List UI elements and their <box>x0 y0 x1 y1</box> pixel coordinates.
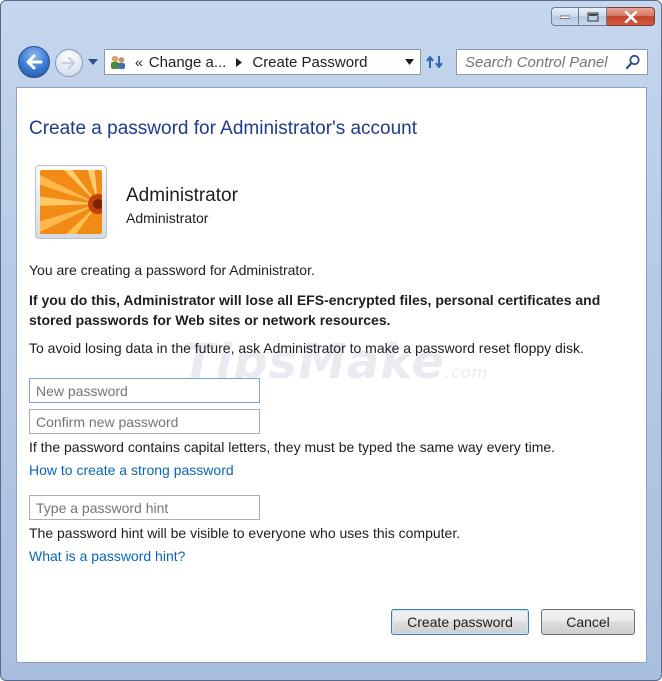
password-hint-input[interactable] <box>30 496 259 519</box>
case-sensitivity-note: If the password contains capital letters… <box>29 439 556 455</box>
maximize-button[interactable] <box>579 7 607 26</box>
intro-text: You are creating a password for Administ… <box>29 262 315 278</box>
efs-warning: If you do this, Administrator will lose … <box>29 292 601 328</box>
new-password-field[interactable] <box>29 378 260 403</box>
breadcrumb-create-password[interactable]: Create Password <box>252 54 367 71</box>
user-accounts-icon <box>111 55 125 69</box>
close-icon <box>624 10 637 23</box>
address-dropdown-icon[interactable] <box>405 59 414 65</box>
flower-image-icon <box>40 170 102 234</box>
caption-buttons <box>551 7 655 26</box>
content-pane: Create a password for Administrator's ac… <box>16 87 647 663</box>
minimize-button[interactable] <box>551 7 579 26</box>
user-avatar <box>35 165 107 239</box>
page-title: Create a password for Administrator's ac… <box>29 118 418 139</box>
maximize-icon <box>587 12 598 21</box>
forward-button[interactable] <box>55 49 83 77</box>
close-button[interactable] <box>607 7 655 26</box>
user-name: Administrator <box>126 185 238 206</box>
chevron-down-icon <box>88 59 98 65</box>
search-input[interactable] <box>463 52 627 72</box>
minimize-icon <box>560 15 570 19</box>
forward-arrow-icon <box>61 56 76 70</box>
search-icon[interactable] <box>625 54 641 70</box>
new-password-input[interactable] <box>30 379 259 402</box>
title-bar <box>1 1 661 37</box>
control-panel-window: « Change a... Create Password Create a p… <box>0 0 662 681</box>
user-account-type: Administrator <box>126 210 209 226</box>
search-box[interactable] <box>456 49 648 75</box>
cancel-button[interactable]: Cancel <box>541 609 635 635</box>
create-password-button[interactable]: Create password <box>391 609 529 635</box>
hint-visibility-note: The password hint will be visible to eve… <box>29 525 461 541</box>
recent-pages-button[interactable] <box>87 56 99 68</box>
refresh-button[interactable] <box>422 49 448 75</box>
breadcrumb-overflow[interactable]: « <box>135 54 143 70</box>
refresh-icon <box>426 56 443 68</box>
back-button[interactable] <box>18 46 50 78</box>
breadcrumb-arrow-icon[interactable] <box>236 57 243 67</box>
confirm-password-input[interactable] <box>30 410 259 433</box>
password-hint-field[interactable] <box>29 495 260 520</box>
password-hint-link[interactable]: What is a password hint? <box>29 548 185 564</box>
address-bar[interactable]: « Change a... Create Password <box>104 49 421 75</box>
navigation-bar: « Change a... Create Password <box>1 37 661 87</box>
watermark-suffix: .com <box>445 363 489 382</box>
strong-password-link[interactable]: How to create a strong password <box>29 462 234 478</box>
back-arrow-icon <box>26 54 43 70</box>
confirm-password-field[interactable] <box>29 409 260 434</box>
flower-picture <box>40 170 102 234</box>
breadcrumb-change-account[interactable]: Change a... <box>149 54 227 71</box>
